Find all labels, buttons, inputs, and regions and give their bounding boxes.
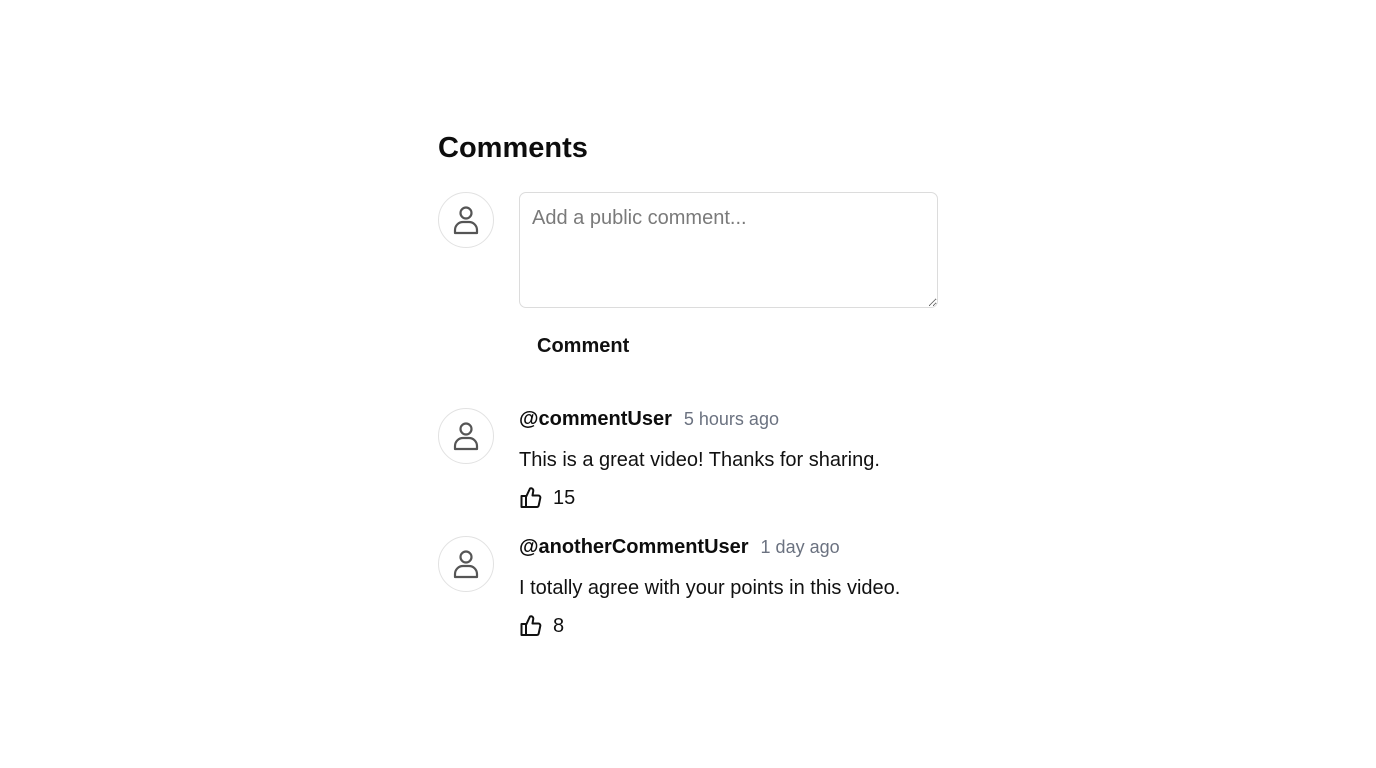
current-user-avatar — [438, 192, 494, 248]
user-icon — [453, 422, 479, 451]
comment-meta: @commentUser 5 hours ago — [519, 408, 978, 436]
like-button[interactable]: 15 — [519, 486, 575, 510]
comment-username[interactable]: @commentUser — [519, 408, 672, 431]
comment-body: @commentUser 5 hours ago This is a great… — [519, 408, 978, 536]
comment-input[interactable] — [519, 192, 938, 308]
comment-text: I totally agree with your points in this… — [519, 577, 901, 599]
comment-body: @anotherCommentUser 1 day ago I totally … — [519, 536, 978, 664]
comments-list: @commentUser 5 hours ago This is a great… — [438, 408, 978, 664]
like-button[interactable]: 8 — [519, 614, 564, 638]
like-count: 15 — [553, 486, 576, 509]
comment-username[interactable]: @anotherCommentUser — [519, 536, 749, 559]
user-icon — [453, 550, 479, 579]
comment-avatar[interactable] — [438, 408, 494, 464]
comment-actions: 15 — [519, 484, 978, 512]
user-icon — [453, 206, 479, 235]
thumbs-up-icon — [520, 487, 542, 508]
comment-submit-button[interactable]: Comment — [519, 326, 647, 366]
thumbs-up-icon — [520, 615, 542, 636]
comment-meta: @anotherCommentUser 1 day ago — [519, 536, 978, 564]
comment-actions: 8 — [519, 612, 978, 640]
comment-timestamp[interactable]: 5 hours ago — [684, 409, 779, 430]
comment-item: @commentUser 5 hours ago This is a great… — [438, 408, 978, 536]
comments-section: Comments Comment @commentUser 5 hours ag… — [438, 128, 958, 637]
comment-avatar[interactable] — [438, 536, 494, 592]
comment-item: @anotherCommentUser 1 day ago I totally … — [438, 536, 978, 664]
comments-heading: Comments — [438, 132, 588, 164]
comment-text: This is a great video! Thanks for sharin… — [519, 449, 880, 471]
like-count: 8 — [553, 614, 565, 637]
comment-timestamp[interactable]: 1 day ago — [761, 537, 840, 558]
